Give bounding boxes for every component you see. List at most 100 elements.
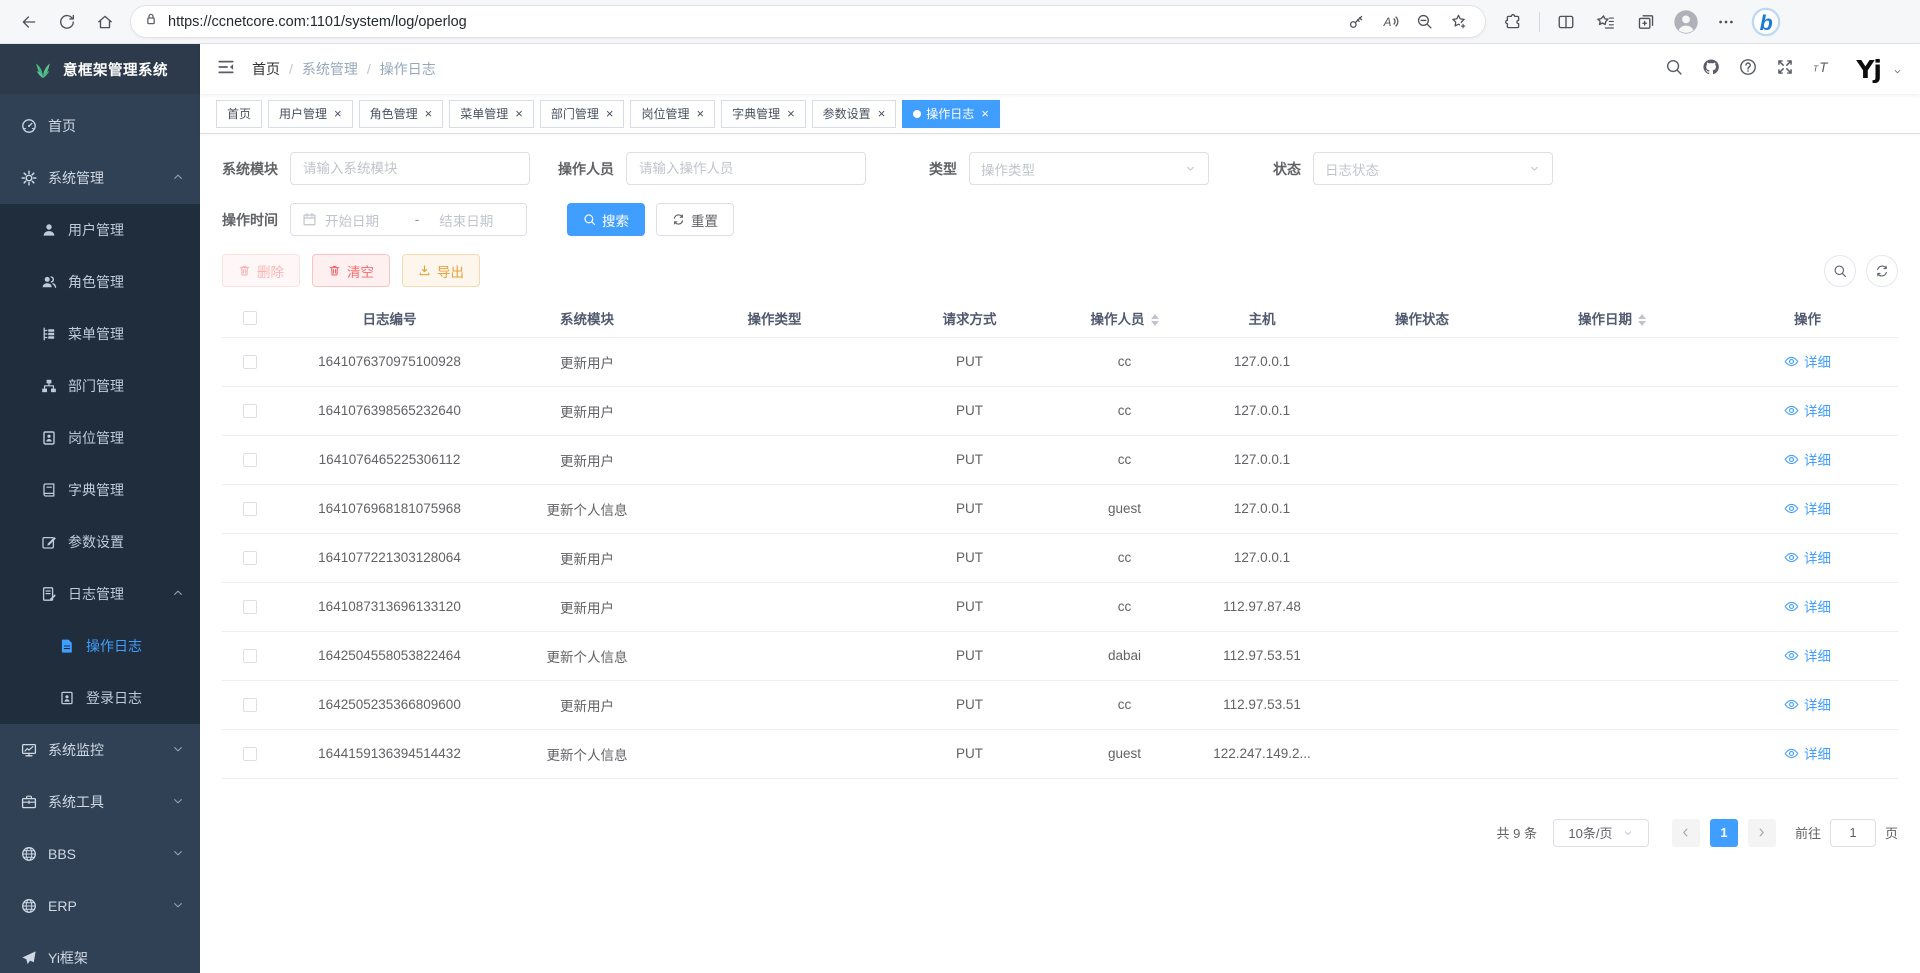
read-aloud-icon[interactable]: A	[1375, 8, 1405, 36]
chevron-down-icon[interactable]	[1892, 64, 1903, 82]
tab-部门管理[interactable]: 部门管理×	[540, 100, 625, 128]
search-icon[interactable]	[1665, 58, 1683, 81]
operator-input[interactable]	[626, 152, 866, 185]
detail-link[interactable]: 详细	[1784, 498, 1831, 518]
row-checkbox[interactable]	[243, 355, 257, 369]
detail-link[interactable]: 详细	[1784, 596, 1831, 616]
home-icon[interactable]	[86, 4, 124, 40]
split-screen-icon[interactable]	[1547, 4, 1585, 40]
clear-button[interactable]: 清空	[312, 254, 390, 287]
status-select[interactable]: 日志状态	[1313, 152, 1553, 185]
refresh-icon[interactable]	[48, 4, 86, 40]
detail-link[interactable]: 详细	[1784, 400, 1831, 420]
copilot-icon[interactable]: b	[1747, 4, 1785, 40]
row-checkbox[interactable]	[243, 502, 257, 516]
sidebar-item-departments[interactable]: 部门管理	[0, 360, 200, 412]
extensions-icon[interactable]	[1494, 4, 1532, 40]
sidebar-item-posts[interactable]: 岗位管理	[0, 412, 200, 464]
tab-岗位管理[interactable]: 岗位管理×	[630, 100, 715, 128]
sidebar-item-home[interactable]: 首页	[0, 100, 200, 152]
sidebar-item-bbs[interactable]: BBS	[0, 828, 200, 880]
goto-page-input[interactable]	[1830, 819, 1876, 847]
search-button[interactable]: 搜索	[567, 203, 645, 236]
zoom-out-icon[interactable]	[1409, 8, 1439, 36]
sidebar-item-tools[interactable]: 系统工具	[0, 776, 200, 828]
detail-link[interactable]: 详细	[1784, 351, 1831, 371]
sidebar-item-dicts[interactable]: 字典管理	[0, 464, 200, 516]
detail-link[interactable]: 详细	[1784, 645, 1831, 665]
favorite-add-icon[interactable]	[1443, 8, 1473, 36]
row-checkbox[interactable]	[243, 649, 257, 663]
close-tab-icon[interactable]: ×	[696, 107, 704, 120]
close-tab-icon[interactable]: ×	[606, 107, 614, 120]
breadcrumb-home[interactable]: 首页	[252, 59, 280, 79]
col-operator[interactable]: 操作人员	[1062, 299, 1187, 337]
tab-菜单管理[interactable]: 菜单管理×	[449, 100, 534, 128]
sidebar-item-monitor[interactable]: 系统监控	[0, 724, 200, 776]
row-checkbox[interactable]	[243, 551, 257, 565]
close-tab-icon[interactable]: ×	[981, 107, 989, 120]
sidebar-item-loginlog[interactable]: 登录日志	[0, 672, 200, 724]
back-icon[interactable]	[10, 4, 48, 40]
close-tab-icon[interactable]: ×	[334, 107, 342, 120]
close-tab-icon[interactable]: ×	[787, 107, 795, 120]
detail-link[interactable]: 详细	[1784, 547, 1831, 567]
tab-参数设置[interactable]: 参数设置×	[812, 100, 897, 128]
show-search-button[interactable]	[1824, 255, 1856, 287]
tab-用户管理[interactable]: 用户管理×	[268, 100, 353, 128]
detail-link[interactable]: 详细	[1784, 449, 1831, 469]
sidebar-item-yi[interactable]: Yi框架	[0, 932, 200, 973]
tab-首页[interactable]: 首页	[216, 100, 262, 128]
profile-avatar[interactable]	[1667, 4, 1705, 40]
detail-link[interactable]: 详细	[1784, 694, 1831, 714]
date-range-input[interactable]: 开始日期 - 结束日期	[290, 203, 527, 236]
address-bar[interactable]: https://ccnetcore.com:1101/system/log/op…	[130, 5, 1486, 38]
search-icon	[1833, 264, 1847, 278]
sidebar-toggle[interactable]	[217, 58, 235, 81]
delete-button[interactable]: 删除	[222, 254, 300, 287]
font-size-icon[interactable]: TT	[1813, 58, 1831, 81]
sidebar-item-roles[interactable]: 角色管理	[0, 256, 200, 308]
user-logo[interactable]: Yj	[1856, 55, 1881, 84]
select-all-checkbox[interactable]	[243, 311, 257, 325]
sort-caret[interactable]	[1638, 314, 1646, 326]
app-logo[interactable]: 意框架管理系统	[0, 44, 200, 94]
row-checkbox[interactable]	[243, 453, 257, 467]
close-tab-icon[interactable]: ×	[425, 107, 433, 120]
row-checkbox[interactable]	[243, 600, 257, 614]
favorites-icon[interactable]	[1587, 4, 1625, 40]
row-checkbox[interactable]	[243, 404, 257, 418]
type-select[interactable]: 操作类型	[969, 152, 1209, 185]
help-icon[interactable]	[1739, 58, 1757, 81]
close-tab-icon[interactable]: ×	[515, 107, 523, 120]
sidebar-item-users[interactable]: 用户管理	[0, 204, 200, 256]
next-page-button[interactable]	[1748, 819, 1776, 847]
prev-page-button[interactable]	[1672, 819, 1700, 847]
github-icon[interactable]	[1702, 58, 1720, 81]
sort-caret[interactable]	[1151, 314, 1159, 326]
tab-角色管理[interactable]: 角色管理×	[359, 100, 444, 128]
close-tab-icon[interactable]: ×	[878, 107, 886, 120]
page-size-select[interactable]: 10条/页	[1553, 819, 1649, 847]
row-checkbox[interactable]	[243, 698, 257, 712]
detail-link[interactable]: 详细	[1784, 743, 1831, 763]
sidebar-item-menus[interactable]: 菜单管理	[0, 308, 200, 360]
sidebar-item-erp[interactable]: ERP	[0, 880, 200, 932]
sidebar-item-system[interactable]: 系统管理	[0, 152, 200, 204]
col-date[interactable]: 操作日期	[1507, 299, 1717, 337]
sidebar-item-params[interactable]: 参数设置	[0, 516, 200, 568]
tab-操作日志[interactable]: 操作日志×	[902, 100, 1000, 128]
current-page-button[interactable]: 1	[1710, 819, 1738, 847]
refresh-table-button[interactable]	[1866, 255, 1898, 287]
fullscreen-icon[interactable]	[1776, 58, 1794, 81]
export-button[interactable]: 导出	[402, 254, 480, 287]
key-icon[interactable]	[1341, 8, 1371, 36]
tab-字典管理[interactable]: 字典管理×	[721, 100, 806, 128]
sidebar-item-operlog[interactable]: 操作日志	[0, 620, 200, 672]
reset-button[interactable]: 重置	[656, 203, 734, 236]
sidebar-item-logs[interactable]: 日志管理	[0, 568, 200, 620]
row-checkbox[interactable]	[243, 747, 257, 761]
collections-icon[interactable]	[1627, 4, 1665, 40]
module-input[interactable]	[290, 152, 530, 185]
more-icon[interactable]	[1707, 4, 1745, 40]
